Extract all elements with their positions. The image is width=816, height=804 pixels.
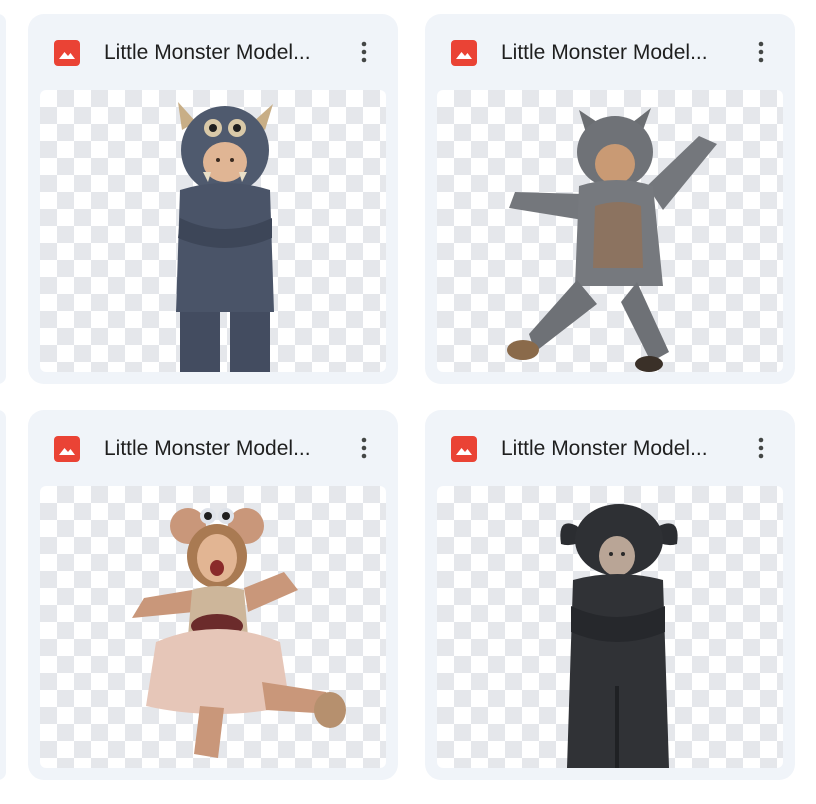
file-card[interactable]: Little Monster Model...	[425, 14, 795, 384]
monster-costume-image	[132, 508, 346, 758]
more-vert-icon	[758, 437, 764, 459]
file-thumbnail[interactable]	[437, 90, 783, 372]
monster-costume-image	[507, 108, 717, 372]
file-thumbnail[interactable]	[437, 486, 783, 768]
file-card[interactable]: Little Monster Model...	[425, 410, 795, 780]
card-header: Little Monster Model...	[28, 14, 398, 90]
file-card[interactable]: Little Monster Model...	[28, 14, 398, 384]
monster-costume-image	[560, 504, 678, 768]
image-file-icon	[451, 436, 477, 462]
file-name: Little Monster Model...	[501, 41, 708, 64]
image-file-icon	[54, 40, 80, 66]
image-file-icon	[451, 40, 477, 66]
more-actions-button[interactable]	[743, 34, 779, 70]
card-header: Little Monster Model...	[28, 410, 398, 486]
file-thumbnail[interactable]	[40, 486, 386, 768]
file-name: Little Monster Model...	[104, 41, 311, 64]
card-header: Little Monster Model...	[425, 410, 795, 486]
file-thumbnail[interactable]	[40, 90, 386, 372]
more-vert-icon	[361, 41, 367, 63]
monster-costume-image	[176, 102, 274, 372]
file-grid: Little Monster Model... Little Monster M…	[0, 0, 816, 804]
more-vert-icon	[361, 437, 367, 459]
more-actions-button[interactable]	[346, 34, 382, 70]
more-vert-icon	[758, 41, 764, 63]
more-actions-button[interactable]	[743, 430, 779, 466]
card-header: Little Monster Model...	[425, 14, 795, 90]
partial-card-left-top[interactable]	[0, 14, 6, 384]
more-actions-button[interactable]	[346, 430, 382, 466]
partial-card-left-bottom[interactable]	[0, 410, 6, 780]
file-name: Little Monster Model...	[104, 437, 311, 460]
file-name: Little Monster Model...	[501, 437, 708, 460]
file-card[interactable]: Little Monster Model...	[28, 410, 398, 780]
image-file-icon	[54, 436, 80, 462]
